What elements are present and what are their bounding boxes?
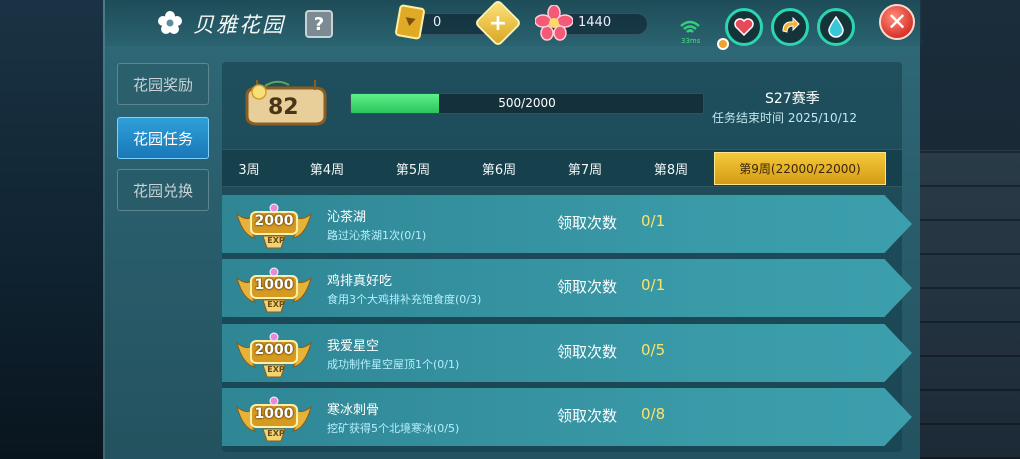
season-end-time: 任务结束时间 2025/10/12 xyxy=(712,111,857,125)
resource1-value: 0 xyxy=(433,15,442,30)
exp-tag: EXP xyxy=(267,236,285,245)
page-title: 贝雅花园 xyxy=(193,13,285,37)
sidebar-item-garden-tasks[interactable]: 花园任务 xyxy=(117,117,209,159)
exp-tag: EXP xyxy=(267,300,285,309)
claim-count-value: 0/5 xyxy=(641,341,666,359)
claim-count-value: 0/1 xyxy=(641,212,666,230)
plus-icon: + xyxy=(488,10,508,36)
health-status[interactable] xyxy=(725,8,763,46)
task-description: 成功制作星空屋顶1个(0/1) xyxy=(327,358,460,371)
ping-label: 33ms xyxy=(681,37,701,45)
arrow-loop-icon xyxy=(782,17,800,33)
task-exp-value: 1000 xyxy=(254,277,294,293)
task-name: 鸡排真好吃 xyxy=(327,274,393,289)
tab-week-6[interactable]: 第6周 xyxy=(457,152,541,185)
task-description: 食用3个大鸡排补充饱食度(0/3) xyxy=(327,293,482,306)
garden-panel: 贝雅花园 ? 0 + 1440 33ms ✕ 花园奖励 花园任务 花园兑换 82… xyxy=(103,0,922,459)
task-exp-value: 2000 xyxy=(254,342,294,358)
task-description: 挖矿获得5个北境寒冰(0/5) xyxy=(327,422,460,435)
sidebar-item-garden-rewards[interactable]: 花园奖励 xyxy=(117,63,209,105)
tab-week-5[interactable]: 第5周 xyxy=(371,152,455,185)
claim-count-label: 领取次数 xyxy=(557,278,618,296)
claim-count-label: 领取次数 xyxy=(557,214,618,232)
help-button[interactable]: ? xyxy=(305,10,333,38)
tab-week-3[interactable]: 3周 xyxy=(225,152,273,185)
tab-week-4[interactable]: 第4周 xyxy=(285,152,369,185)
task-description: 路过沁茶湖1次(0/1) xyxy=(327,229,427,242)
task-exp-value: 1000 xyxy=(254,406,294,422)
task-name: 沁茶湖 xyxy=(327,210,367,225)
exp-tag: EXP xyxy=(267,365,285,374)
season-name: S27赛季 xyxy=(765,91,820,107)
exp-progress-text: 500/2000 xyxy=(498,96,556,110)
flower-icon xyxy=(158,11,182,34)
tab-week-8[interactable]: 第8周 xyxy=(629,152,713,185)
claim-count-label: 领取次数 xyxy=(557,407,618,425)
wifi-icon xyxy=(680,20,700,33)
claim-count-value: 0/8 xyxy=(641,405,666,423)
water-drop-icon xyxy=(828,16,844,38)
claim-count-label: 领取次数 xyxy=(557,343,618,361)
hunger-status[interactable] xyxy=(771,8,809,46)
tab-week-7[interactable]: 第7周 xyxy=(543,152,627,185)
task-name: 我爱星空 xyxy=(327,339,380,354)
background-left xyxy=(0,0,110,459)
water-status[interactable] xyxy=(817,8,855,46)
task-name: 寒冰刺骨 xyxy=(327,403,380,418)
torch-badge xyxy=(717,38,729,50)
exp-tag: EXP xyxy=(267,429,285,438)
level-value: 82 xyxy=(268,95,299,120)
gold-ticket-icon xyxy=(395,4,425,40)
sidebar-item-garden-exchange[interactable]: 花园兑换 xyxy=(117,169,209,211)
close-button[interactable]: ✕ xyxy=(879,4,915,40)
pink-flower-gem-icon xyxy=(535,5,573,41)
task-exp-value: 2000 xyxy=(254,213,294,229)
heart-icon xyxy=(734,18,754,36)
claim-count-value: 0/1 xyxy=(641,276,666,294)
tab-week-9[interactable]: 第9周(22000/22000) xyxy=(714,152,886,185)
resource2-value: 1440 xyxy=(578,15,612,30)
